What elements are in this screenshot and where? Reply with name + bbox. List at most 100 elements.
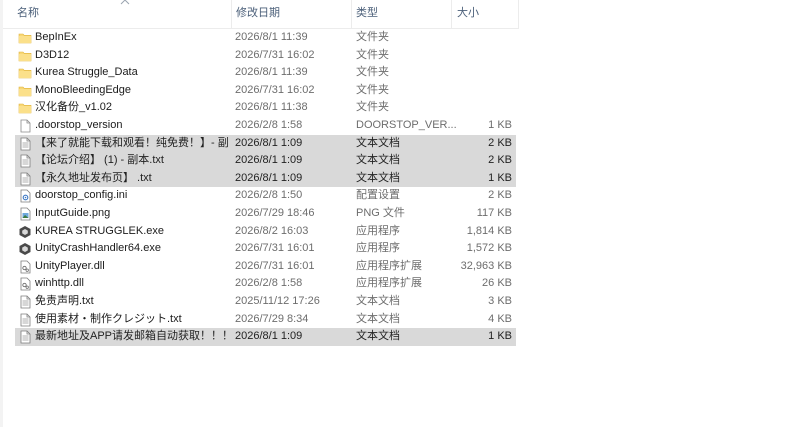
file-size: 3 KB [488, 294, 512, 307]
file-modified-date: 2026/8/1 1:09 [235, 171, 303, 184]
file-name: 汉化备份_v1.02 [35, 101, 113, 114]
file-row[interactable]: KUREA STRUGGLEK.exe 2026/8/2 16:03 应用程序 1,8… [15, 223, 516, 241]
file-type: 文本文档 [356, 171, 400, 184]
file-type: DOORSTOP_VER... [356, 118, 456, 131]
file-size: 2 KB [488, 189, 512, 202]
file-row[interactable]: MonoBleedingEdge 2026/7/31 16:02 文件夹 [15, 82, 516, 100]
sort-ascending-icon [120, 0, 130, 5]
column-header-name-label: 名称 [17, 7, 39, 19]
file-type: 文件夹 [356, 48, 389, 61]
text-file-icon [18, 154, 32, 168]
file-type: 文本文档 [356, 154, 400, 167]
file-modified-date: 2026/2/8 1:58 [235, 118, 303, 131]
folder-icon [18, 31, 32, 45]
file-row[interactable]: winhttp.dll 2026/2/8 1:58 应用程序扩展 26 KB [15, 275, 516, 293]
folder-icon [18, 66, 32, 80]
file-size: 2 KB [488, 136, 512, 149]
file-row[interactable]: 免责声明.txt 2025/11/12 17:26 文本文档 3 KB [15, 293, 516, 311]
folder-icon [18, 84, 32, 98]
file-row[interactable]: 使用素材・制作クレジット.txt 2026/7/29 8:34 文本文档 4 KB [15, 311, 516, 329]
file-name: winhttp.dll [35, 277, 84, 290]
file-name: 使用素材・制作クレジット.txt [35, 312, 182, 325]
dll-file-icon [18, 277, 32, 291]
file-row[interactable]: BepInEx 2026/8/1 11:39 文件夹 [15, 29, 516, 47]
file-name: 最新地址及APP请发邮箱自动获取！！！... [35, 330, 228, 343]
file-modified-date: 2026/7/31 16:01 [235, 259, 315, 272]
file-name: UnityCrashHandler64.exe [35, 242, 161, 255]
file-row[interactable]: doorstop_config.ini 2026/2/8 1:50 配置设置 2 KB [15, 187, 516, 205]
file-row[interactable]: 【来了就能下载和观看！纯免费！】- 副... 2026/8/1 1:09 文本文档 2… [15, 134, 516, 153]
file-name: BepInEx [35, 31, 77, 43]
file-size: 1 KB [488, 171, 512, 184]
file-modified-date: 2026/8/1 1:09 [235, 154, 303, 167]
file-modified-date: 2026/2/8 1:58 [235, 277, 303, 290]
file-type: 配置设置 [356, 189, 400, 202]
file-name: Kurea Struggle_Data [35, 66, 138, 79]
text-file-icon [18, 330, 32, 344]
file-name: MonoBleedingEdge [35, 83, 132, 96]
file-row[interactable]: .doorstop_version 2026/2/8 1:58 DOORSTOP_V… [15, 117, 516, 135]
column-header-type[interactable]: 类型 [352, 0, 452, 28]
file-type: PNG 文件 [356, 206, 405, 219]
text-file-icon [18, 137, 32, 151]
column-header-size[interactable]: 大小 [452, 0, 519, 28]
file-list: BepInEx 2026/8/1 11:39 文件夹 D3D12 2026/7/31 1… [15, 29, 516, 346]
file-size: 117 KB [476, 206, 512, 219]
image-file-icon [18, 207, 32, 221]
text-file-icon [18, 295, 32, 309]
file-row[interactable]: 最新地址及APP请发邮箱自动获取！！！... 2026/8/1 1:09 文本文档 1… [15, 328, 516, 346]
file-modified-date: 2026/8/1 11:38 [235, 101, 308, 114]
file-size: 1 KB [488, 118, 512, 131]
file-modified-date: 2026/7/29 18:46 [235, 206, 315, 219]
dll-file-icon [18, 260, 32, 274]
column-header-type-label: 类型 [356, 7, 378, 19]
file-type: 文件夹 [356, 83, 389, 96]
file-modified-date: 2026/8/1 1:09 [235, 136, 303, 149]
file-type: 文本文档 [356, 136, 400, 149]
file-name: 【来了就能下载和观看！纯免费！】- 副... [35, 136, 228, 149]
file-row[interactable]: 汉化备份_v1.02 2026/8/1 11:38 文件夹 [15, 99, 516, 117]
text-file-icon [18, 172, 32, 186]
file-size: 1 KB [488, 330, 512, 343]
column-header-date-label: 修改日期 [236, 7, 280, 19]
file-row[interactable]: 【永久地址发布页】 .txt 2026/8/1 1:09 文本文档 1 KB [15, 169, 516, 188]
column-header-bar: 名称 修改日期 类型 大小 [3, 0, 519, 29]
file-name: KUREA STRUGGLEK.exe [35, 224, 164, 237]
text-file-icon [18, 313, 32, 327]
file-modified-date: 2026/8/1 1:09 [235, 330, 303, 343]
file-type: 应用程序 [356, 242, 400, 255]
unity-app-icon [18, 225, 32, 239]
file-modified-date: 2026/7/31 16:02 [235, 83, 315, 96]
file-icon [18, 119, 32, 133]
file-size: 2 KB [488, 154, 512, 167]
file-row[interactable]: UnityPlayer.dll 2026/7/31 16:01 应用程序扩展 32,9… [15, 258, 516, 276]
file-size: 26 KB [482, 277, 512, 290]
file-name: 【论坛介绍】 (1) - 副本.txt [35, 154, 164, 167]
file-row[interactable]: InputGuide.png 2026/7/29 18:46 PNG 文件 117 K… [15, 205, 516, 223]
folder-icon [18, 49, 32, 63]
file-modified-date: 2026/2/8 1:50 [235, 189, 303, 202]
file-name: UnityPlayer.dll [35, 259, 105, 272]
file-name: 免责声明.txt [35, 294, 94, 307]
file-modified-date: 2026/7/31 16:02 [235, 48, 315, 61]
file-name: 【永久地址发布页】 .txt [35, 171, 152, 184]
file-type: 文本文档 [356, 294, 400, 307]
file-size: 32,963 KB [460, 259, 512, 272]
file-size: 4 KB [488, 312, 512, 325]
file-type: 文本文档 [356, 312, 400, 325]
file-name: doorstop_config.ini [35, 189, 128, 202]
file-row[interactable]: 【论坛介绍】 (1) - 副本.txt 2026/8/1 1:09 文本文档 2 KB [15, 152, 516, 170]
file-row[interactable]: D3D12 2026/7/31 16:02 文件夹 [15, 47, 516, 65]
file-explorer-view: 名称 修改日期 类型 大小 BepInEx 2026/8/1 11:39 文件夹 D3… [0, 0, 800, 427]
file-modified-date: 2025/11/12 17:26 [235, 294, 320, 307]
file-row[interactable]: Kurea Struggle_Data 2026/8/1 11:39 文件夹 [15, 64, 516, 82]
column-header-name[interactable]: 名称 [3, 0, 232, 28]
file-type: 文件夹 [356, 101, 389, 114]
file-row[interactable]: UnityCrashHandler64.exe 2026/7/31 16:01 应用… [15, 240, 516, 258]
column-header-date[interactable]: 修改日期 [232, 0, 352, 28]
folder-icon [18, 101, 32, 115]
file-name: D3D12 [35, 48, 70, 61]
file-size: 1,814 KB [466, 224, 512, 237]
config-file-icon [18, 189, 32, 203]
file-modified-date: 2026/8/1 11:39 [235, 66, 308, 79]
